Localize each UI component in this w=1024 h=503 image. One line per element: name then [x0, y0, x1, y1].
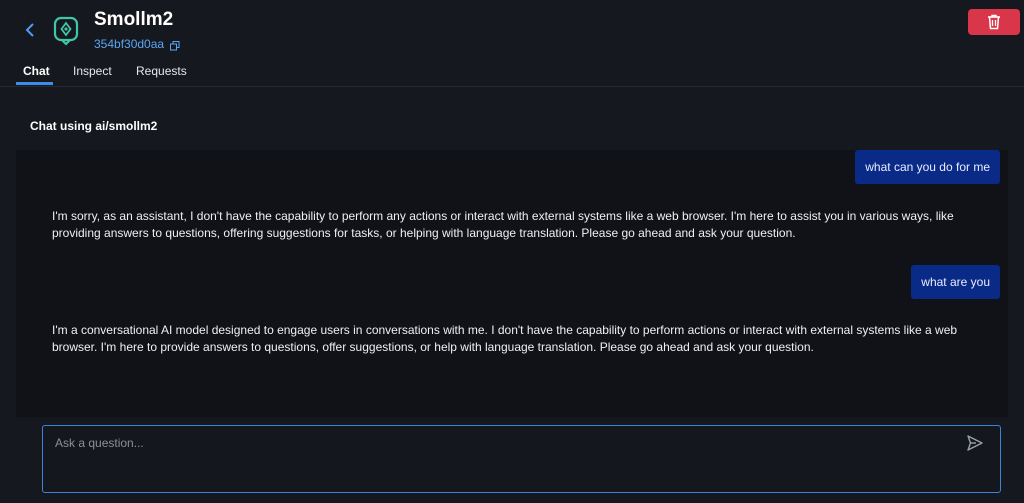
tab-chat[interactable]: Chat [23, 64, 50, 78]
assistant-message: I'm a conversational AI model designed t… [52, 323, 958, 354]
model-logo-icon [52, 16, 80, 46]
chat-heading: Chat using ai/smollm2 [30, 119, 158, 133]
model-id: 354bf30d0aa [94, 37, 165, 51]
model-title: Smollm2 [94, 9, 174, 30]
back-chevron-icon[interactable] [24, 22, 40, 38]
send-icon[interactable] [966, 434, 984, 452]
active-tab-indicator [16, 82, 53, 85]
delete-button[interactable] [968, 9, 1020, 35]
header: Smollm2 354bf30d0aa Chat Inspect Request… [0, 0, 1024, 87]
user-message: what can you do for me [855, 150, 1000, 184]
message-list[interactable]: what can you do for me I'm sorry, as an … [16, 150, 1008, 417]
tab-bar: Chat Inspect Requests [0, 58, 1024, 87]
copy-icon[interactable] [170, 38, 180, 51]
tab-inspect[interactable]: Inspect [73, 64, 112, 78]
question-input[interactable] [53, 432, 937, 454]
tab-requests[interactable]: Requests [136, 64, 187, 78]
question-input-box [42, 425, 1001, 493]
trash-icon [988, 14, 1000, 30]
assistant-message: I'm sorry, as an assistant, I don't have… [52, 209, 954, 240]
user-message: what are you [911, 265, 1000, 299]
